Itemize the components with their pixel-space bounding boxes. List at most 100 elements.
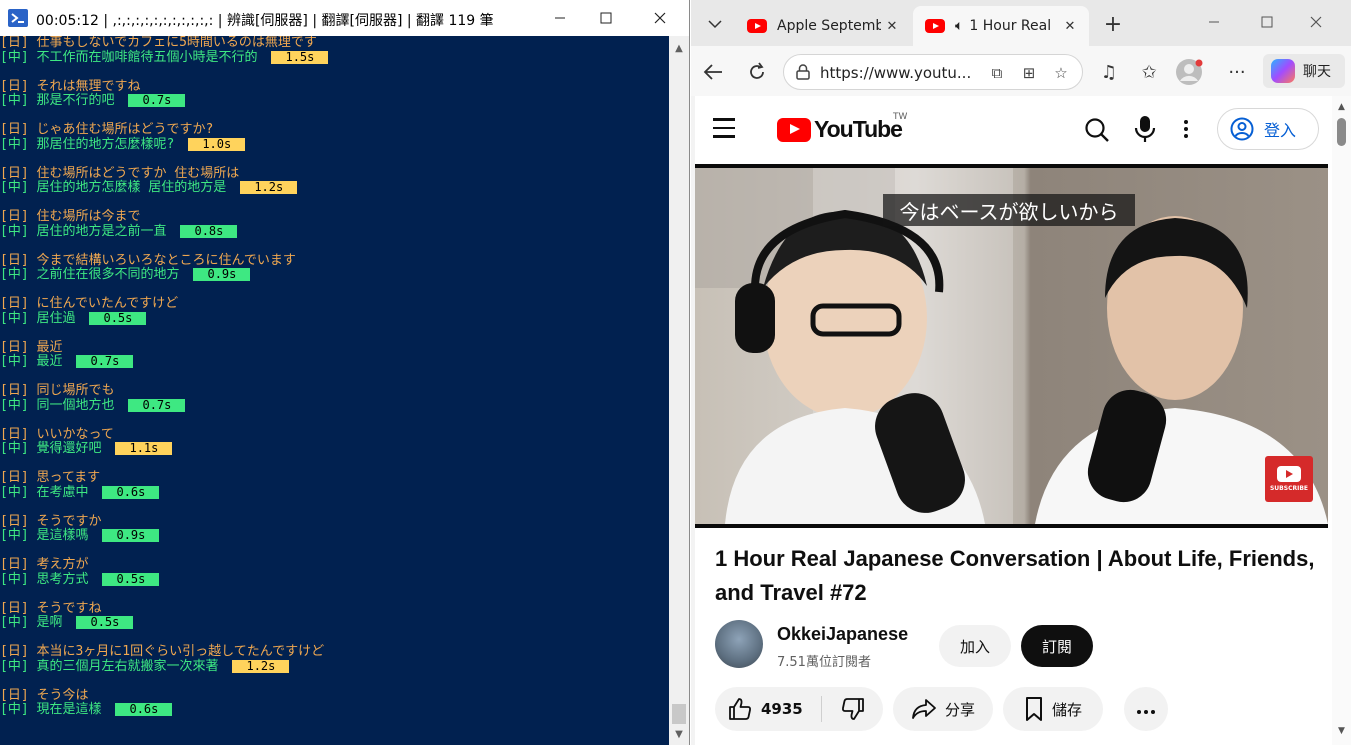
chinese-line: [中] 居住的地方怎麼樣 居住的地方是 1.2s xyxy=(0,180,669,196)
translation-text: [中] 覺得還好吧 xyxy=(0,441,102,456)
more-actions-button[interactable] xyxy=(1124,687,1168,731)
favorite-star-icon[interactable]: ☆ xyxy=(1050,62,1072,84)
apps-icon[interactable]: ⊞ xyxy=(1018,62,1040,84)
save-button[interactable]: 儲存 xyxy=(1003,687,1103,731)
translation-text: [中] 是啊 xyxy=(0,615,63,630)
more-horizontal-icon: ··· xyxy=(1228,61,1246,83)
scroll-up-icon[interactable]: ▲ xyxy=(669,38,689,58)
latency-badge: 0.6s xyxy=(102,485,160,499)
latency-badge: 0.5s xyxy=(76,616,134,629)
url-text[interactable]: https://www.youtu... xyxy=(820,64,976,82)
chinese-line: [中] 最近 0.7s xyxy=(0,354,669,370)
menu-icon[interactable] xyxy=(713,118,739,140)
share-button[interactable]: 分享 xyxy=(893,687,993,731)
browser-close-button[interactable] xyxy=(1293,4,1339,40)
japanese-line: [日] そう今は xyxy=(0,687,89,703)
tab-list-button[interactable] xyxy=(699,9,731,39)
minimize-button[interactable] xyxy=(537,0,583,36)
new-tab-button[interactable]: + xyxy=(1099,10,1127,38)
transcript-entry: [日] じゃあ住む場所はどうですか? [中] 那居住的地方怎麼樣呢? 1.0s xyxy=(0,122,669,152)
video-frame[interactable]: 今はベースが欲しいから SUBSCRIBE xyxy=(695,168,1328,524)
browser-maximize-button[interactable] xyxy=(1244,4,1290,40)
console-scrollbar[interactable]: ▲ ▼ xyxy=(669,36,689,745)
japanese-line: [日] 今まで結構いろいろなところに住んでいます xyxy=(0,252,296,268)
profile-button[interactable] xyxy=(1173,56,1205,88)
translation-text: [中] 思考方式 xyxy=(0,571,89,587)
japanese-line: [日] 本当に3ヶ月に1回ぐらい引っ越してたんですけど xyxy=(0,644,325,659)
latency-badge: 1.2s xyxy=(240,181,298,194)
console-titlebar[interactable]: 00:05:12 | ,:,:,:,:,:,:,:,:,:,:,: | 辨識[伺… xyxy=(0,0,689,36)
youtube-favicon-icon xyxy=(925,19,945,33)
minimize-icon xyxy=(555,17,565,19)
speaker-icon[interactable]: 🔈︎ xyxy=(955,18,963,34)
save-label: 儲存 xyxy=(1051,700,1082,719)
console-scroll-thumb[interactable] xyxy=(672,704,686,724)
channel-avatar[interactable] xyxy=(715,620,763,668)
tab-1-hour-real[interactable]: 🔈︎ 1 Hour Real ✕ xyxy=(913,6,1089,46)
settings-more-button[interactable]: ··· xyxy=(1221,56,1253,88)
like-dislike-group: 4935 xyxy=(715,687,883,731)
transcript-entry: [日] そうですね [中] 是啊 0.5s xyxy=(0,601,669,631)
address-bar[interactable]: https://www.youtu... ⧉ ⊞ ☆ xyxy=(783,54,1083,90)
latency-badge: 0.9s xyxy=(102,529,160,542)
search-icon[interactable] xyxy=(1083,116,1111,144)
transcript-entry: [日] 住む場所は今まで [中] 居住的地方是之前一直 0.8s xyxy=(0,209,669,239)
bookmark-icon xyxy=(1025,697,1042,721)
join-button[interactable]: 加入 xyxy=(939,625,1011,667)
page-scrollbar[interactable]: ▲ ▼ xyxy=(1332,96,1351,745)
microphone-icon[interactable] xyxy=(1133,114,1157,144)
share-arrow-icon xyxy=(912,699,936,719)
share-label: 分享 xyxy=(944,700,975,719)
channel-name[interactable]: OkkeiJapanese xyxy=(777,624,908,645)
subscriber-count: 7.51萬位訂閱者 xyxy=(777,655,871,670)
translation-text: [中] 同一個地方也 xyxy=(0,397,115,413)
sign-in-label: 登入 xyxy=(1264,121,1297,140)
translation-text: [中] 居住的地方是之前一直 xyxy=(0,223,167,239)
transcript-entry: [日] 仕事もしないでカフェに5時間いるのは無理です [中] 不工作而在咖啡館待五… xyxy=(0,36,669,65)
latency-badge: 0.7s xyxy=(76,355,134,368)
video-player[interactable]: 今はベースが欲しいから SUBSCRIBE xyxy=(695,164,1328,528)
scroll-down-icon[interactable]: ▼ xyxy=(669,724,689,744)
latency-badge: 0.5s xyxy=(89,311,147,325)
favorites-button[interactable]: ✩ xyxy=(1133,56,1165,88)
maximize-button[interactable] xyxy=(583,0,629,36)
translation-text: [中] 之前住在很多不同的地方 xyxy=(0,267,180,282)
media-control-button[interactable]: ♫ xyxy=(1093,56,1125,88)
more-vertical-icon[interactable] xyxy=(1179,116,1193,142)
tab-apple-september[interactable]: Apple Septembe ✕ xyxy=(735,6,911,46)
latency-badge: 0.7s xyxy=(128,94,186,107)
transcript-entry: [日] 今まで結構いろいろなところに住んでいます [中] 之前住在很多不同的地方 0… xyxy=(0,252,669,283)
site-info-icon[interactable] xyxy=(794,63,812,81)
subscribe-button[interactable]: 訂閱 xyxy=(1021,625,1093,667)
japanese-line: [日] に住んでいたんですけど xyxy=(0,296,179,311)
immersive-reader-icon[interactable]: ⧉ xyxy=(986,62,1008,84)
japanese-line: [日] 仕事もしないでカフェに5時間いるのは無理です xyxy=(0,36,317,50)
copilot-button[interactable]: 聊天 xyxy=(1263,54,1345,88)
scroll-down-icon[interactable]: ▼ xyxy=(1332,722,1351,740)
translation-text: [中] 居住的地方怎麼樣 居住的地方是 xyxy=(0,180,227,195)
chinese-line: [中] 那是不行的吧 0.7s xyxy=(0,93,669,109)
tab-close-icon[interactable]: ✕ xyxy=(1059,19,1081,34)
browser-minimize-button[interactable] xyxy=(1191,4,1237,40)
like-button[interactable]: 4935 xyxy=(715,687,821,731)
transcript-entry: [日] それは無理ですね [中] 那是不行的吧 0.7s xyxy=(0,79,669,109)
transcript-log[interactable]: [日] 仕事もしないでカフェに5時間いるのは無理です [中] 不工作而在咖啡館待五… xyxy=(0,36,669,745)
profile-avatar-icon xyxy=(1176,59,1203,85)
sign-in-button[interactable]: 登入 xyxy=(1217,108,1319,150)
translation-text: [中] 最近 xyxy=(0,354,63,369)
youtube-logo[interactable]: YouTube xyxy=(777,116,903,143)
tab-close-icon[interactable]: ✕ xyxy=(881,19,903,34)
page-scroll-thumb[interactable] xyxy=(1337,118,1346,146)
latency-badge: 0.6s xyxy=(115,703,173,716)
chinese-line: [中] 居住過 0.5s xyxy=(0,311,669,327)
scroll-up-icon[interactable]: ▲ xyxy=(1332,98,1351,116)
translation-text: [中] 不工作而在咖啡館待五個小時是不行的 xyxy=(0,49,258,65)
tab-label: 1 Hour Real xyxy=(969,18,1052,34)
region-code: TW xyxy=(893,112,908,122)
close-button[interactable] xyxy=(637,0,683,36)
subscribe-watermark[interactable]: SUBSCRIBE xyxy=(1265,456,1313,502)
latency-badge: 0.5s xyxy=(102,572,160,586)
dislike-button[interactable] xyxy=(822,687,883,731)
back-button[interactable] xyxy=(697,56,729,88)
refresh-button[interactable] xyxy=(741,56,773,88)
